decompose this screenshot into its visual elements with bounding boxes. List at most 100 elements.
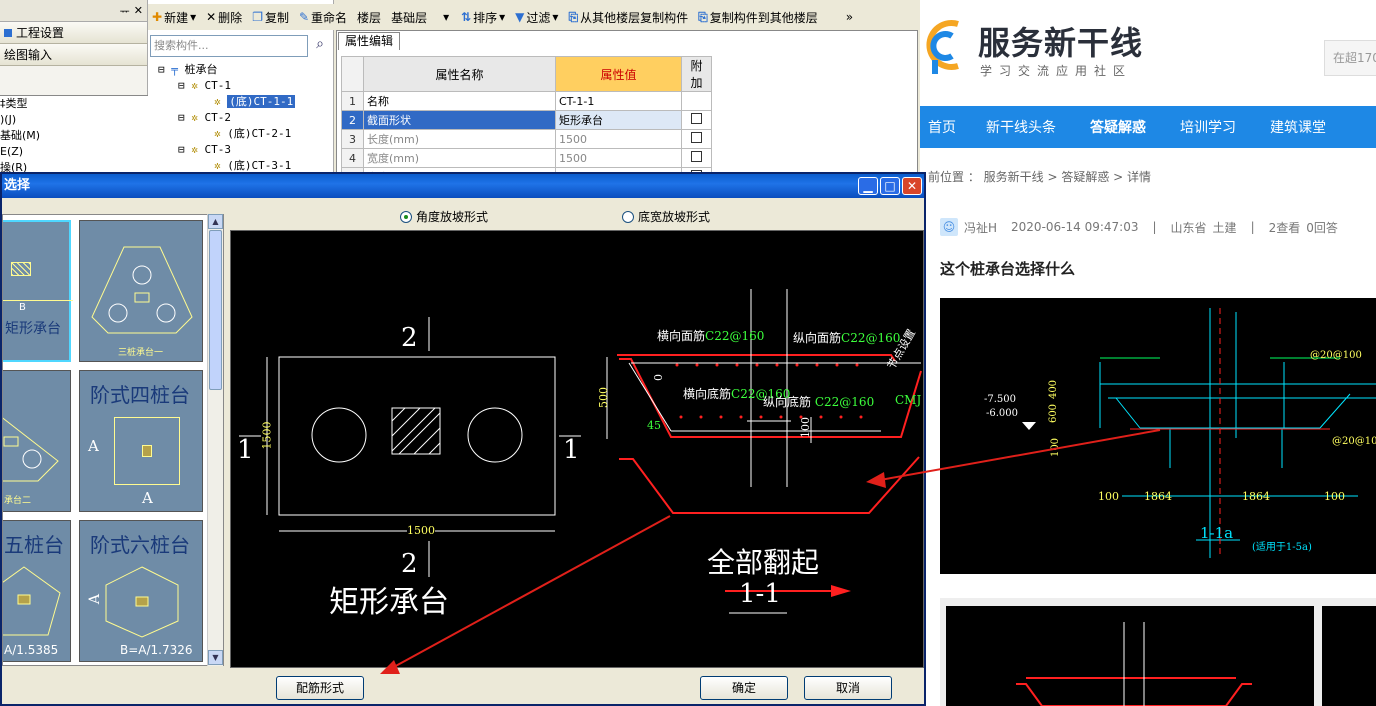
list-item[interactable]: E(Z) [0, 144, 148, 160]
component-type-list: ‡类型 )(J) 基础(M) E(Z) 操(R) [0, 95, 148, 175]
site-search-input[interactable]: 在超170 [1324, 40, 1376, 76]
post-time: 2020-06-14 09:47:03 [1011, 220, 1139, 234]
sort-icon: ⇅ [461, 10, 472, 24]
shape-three-pile-cap-1[interactable]: 三桩承台一 [79, 220, 203, 362]
dialog-title: 选择 [4, 178, 31, 193]
component-tree: ⊟ ╤ 桩承台 ⊟ ✲ CT-1 ✲ (底)CT-1-1 ⊟ ✲ CT-2 ✲ … [158, 62, 296, 174]
drawing-input-button[interactable]: 绘图输入 [0, 44, 147, 66]
scroll-down-icon[interactable]: ▼ [208, 650, 223, 665]
checkbox[interactable] [691, 132, 702, 143]
site-slogan: 学习交流应用社区 [980, 64, 1133, 78]
filter-icon: ▼ [515, 10, 525, 24]
table-row[interactable]: 1 名称 CT-1-1 [341, 91, 712, 111]
checkbox[interactable] [691, 151, 702, 162]
tree-item-root[interactable]: ⊟ ╤ 桩承台 [158, 62, 295, 78]
copy-to-floor-button[interactable]: ⎘ 复制构件到其他楼层 [698, 9, 818, 26]
ok-button[interactable]: 确定 [700, 676, 788, 700]
question-title: 这个桩承台选择什么 [940, 260, 1076, 278]
cancel-button[interactable]: 取消 [804, 676, 892, 700]
user-name[interactable]: 冯祉H [964, 219, 997, 236]
chevron-down-icon: ▾ [443, 10, 450, 24]
close-button[interactable]: ✕ [902, 177, 922, 195]
slope-form-radio-group: 角度放坡形式 底宽放坡形式 [230, 202, 922, 226]
tree-item[interactable]: ⊟ ✲ CT-1 [158, 78, 295, 94]
checkbox[interactable] [691, 113, 702, 124]
new-button[interactable]: ✚ 新建 ▾ [152, 9, 196, 26]
search-input[interactable]: 搜索构件... [150, 35, 308, 57]
gear-icon: ✲ [214, 95, 221, 108]
nav-item-classroom[interactable]: 建筑课堂 [1270, 117, 1326, 137]
column-header: 附加 [681, 56, 712, 92]
search-icon[interactable]: ⌕ [310, 36, 330, 56]
copy-floor-icon: ⎘ [568, 9, 579, 24]
website-panel: 服务新干线 学习交流应用社区 在超170 首页 新干线头条 答疑解惑 培训学习 … [920, 0, 1376, 706]
close-icon[interactable]: ✕ [134, 4, 143, 17]
answer-count: 0回答 [1306, 220, 1338, 235]
gear-icon: ✲ [214, 159, 221, 172]
floor-label: 楼层 [357, 10, 382, 25]
shape-step-four-pile-cap[interactable]: 阶式四桩台 A A [79, 370, 203, 512]
shape-five-pile-cap[interactable]: 五桩台 A/1.5385 [3, 520, 71, 662]
radio-dot[interactable] [622, 210, 634, 223]
hexagon-icon [105, 566, 179, 638]
rename-icon: ✎ [298, 10, 310, 24]
tree-item[interactable]: ✲ (底)CT-1-1 [158, 94, 296, 110]
copy-button[interactable]: ❐ 复制 [252, 9, 289, 26]
nav-item-qa[interactable]: 答疑解惑 [1090, 117, 1146, 137]
copy-floor-icon: ⎘ [698, 9, 708, 24]
radio-width-slope[interactable]: 底宽放坡形式 [622, 208, 710, 225]
scroll-thumb[interactable] [209, 230, 222, 390]
column-header: 属性名称 [363, 56, 556, 92]
nav-item-training[interactable]: 培训学习 [1180, 117, 1236, 137]
copy-from-floor-button[interactable]: ⎘ 从其他楼层复制构件 [568, 9, 688, 26]
floor-select[interactable]: 基础层 ▾ [391, 9, 451, 26]
rebar-form-button[interactable]: 配筋形式 [276, 676, 364, 700]
tab-property-edit[interactable]: 属性编辑 [338, 32, 400, 50]
column-header: 属性值 [555, 56, 682, 92]
three-pile-icon [91, 246, 193, 334]
gear-icon: ✲ [191, 143, 198, 156]
radio-angle-slope[interactable]: 角度放坡形式 [400, 208, 488, 225]
dialog-titlebar[interactable]: 选择 ▁ □ ✕ [2, 174, 924, 198]
avatar[interactable]: ☺ [940, 218, 958, 236]
breadcrumb: 前位置 ： 服务新干线 > 答疑解惑 > 详情 [928, 170, 1151, 184]
left-nav-panel: ᅲ ✕ 工程设置 绘图输入 ‡类型 )(J) 基础(M) E(Z) 操(R) [0, 0, 148, 175]
project-settings-button[interactable]: 工程设置 [0, 22, 147, 44]
tree-item[interactable]: ⊟ ✲ CT-2 [158, 110, 295, 126]
question-image[interactable]: -7.500 -6.000 100 1864 1864 100 1-1a (适用… [940, 298, 1376, 574]
scroll-up-icon[interactable]: ▲ [208, 214, 223, 229]
tree-item[interactable]: ✲ (底)CT-2-1 [158, 126, 295, 142]
maximize-button[interactable]: □ [880, 177, 900, 195]
thumbnail-scrollbar[interactable]: ▲ ▼ [207, 214, 223, 666]
toolbar: ✚ 新建 ▾ ✕ 删除 ❐ 复制 ✎ 重命名 楼层 基础层 ▾ ⇅ 排序 ▾ ▼ 过滤 ▾ ⎘ 从其他… [148, 4, 918, 30]
nav-item-headlines[interactable]: 新干线头条 [986, 117, 1056, 137]
list-item[interactable]: 基础(M) [0, 128, 148, 144]
shape-three-pile-cap-2[interactable]: 承台二 [3, 370, 71, 512]
nav-item-home[interactable]: 首页 [920, 117, 964, 137]
question-meta: ☺ 冯祉H 2020-06-14 09:47:03 | 山东省 土建 | 2查看… [940, 218, 1338, 236]
delete-button[interactable]: ✕ 删除 [206, 9, 242, 26]
sort-button[interactable]: ⇅ 排序 ▾ [461, 9, 505, 26]
delete-icon: ✕ [206, 10, 217, 24]
radio-dot[interactable] [400, 210, 412, 223]
table-row[interactable]: 3 长度(mm) 1500 [341, 129, 712, 149]
list-item[interactable]: ‡类型 [0, 96, 148, 112]
view-count: 2查看 [1268, 220, 1301, 235]
filter-button[interactable]: ▼ 过滤 ▾ [515, 9, 558, 26]
minimize-button[interactable]: ▁ [858, 177, 878, 195]
shape-step-six-pile-cap[interactable]: 阶式六桩台 A B=A/1.7326 [79, 520, 203, 662]
table-row[interactable]: 4 宽度(mm) 1500 [341, 148, 712, 168]
shape-rect-cap[interactable]: B 矩形承台 [3, 220, 73, 362]
answer-image[interactable] [940, 598, 1376, 706]
cad-preview-canvas: 2 2 1 1 1500 1500 矩形承台 横向面筋C22@160 纵向面筋C… [230, 230, 924, 668]
table-header: 属性名称 属性值 附加 [341, 56, 712, 92]
rename-button[interactable]: ✎ 重命名 [299, 9, 347, 26]
more-button[interactable]: » [846, 10, 853, 24]
pin-icon[interactable]: ᅲ [120, 3, 130, 19]
tree-item[interactable]: ⊟ ✲ CT-3 [158, 142, 295, 158]
list-item[interactable]: )(J) [0, 112, 148, 128]
logo-icon [926, 20, 959, 74]
pile-cap-icon: ╤ [171, 63, 178, 76]
site-logo[interactable]: 服务新干线 [978, 18, 1143, 64]
table-row[interactable]: 2 截面形状 矩形承台 [341, 110, 712, 130]
